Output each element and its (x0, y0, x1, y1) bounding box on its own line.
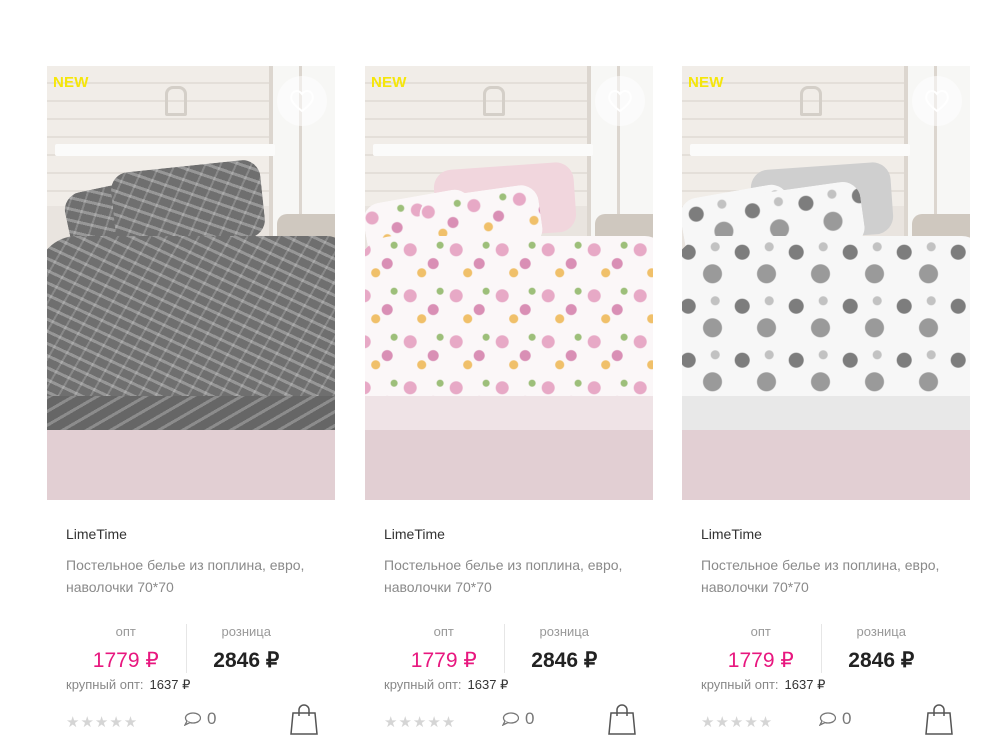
lamp-decor (800, 86, 822, 116)
favorite-button[interactable] (277, 76, 327, 126)
opt-price-label: опт (750, 624, 771, 639)
bulk-price-label: крупный опт: (701, 677, 779, 692)
comment-bubble-icon (819, 712, 836, 726)
bulk-price: 1637 ₽ (467, 677, 509, 692)
bulk-price-label: крупный опт: (66, 677, 144, 692)
product-photo[interactable]: NEW (365, 66, 653, 500)
brand-name[interactable]: LimeTime (66, 526, 335, 542)
bulk-price-row: крупный опт: 1637 ₽ (66, 677, 335, 693)
comment-bubble-icon (502, 712, 519, 726)
retail-price: 2846 ₽ (531, 649, 598, 672)
heart-icon (925, 90, 949, 113)
product-photo[interactable]: NEW (47, 66, 335, 500)
product-description[interactable]: Постельное белье из поплина, евро, навол… (66, 554, 316, 598)
product-description[interactable]: Постельное белье из поплина, евро, навол… (701, 554, 951, 598)
bulk-price-label: крупный опт: (384, 677, 462, 692)
price-block: опт 1779 ₽ розница 2846 ₽ (701, 624, 941, 673)
new-badge: NEW (53, 74, 89, 91)
shopping-bag-icon[interactable] (608, 703, 636, 735)
lamp-decor (165, 86, 187, 116)
opt-price: 1779 ₽ (727, 649, 794, 672)
brand-name[interactable]: LimeTime (384, 526, 653, 542)
opt-price: 1779 ₽ (410, 649, 477, 672)
new-badge: NEW (371, 74, 407, 91)
retail-price: 2846 ₽ (213, 649, 280, 672)
retail-price-label: розница (539, 624, 589, 639)
brand-name[interactable]: LimeTime (701, 526, 970, 542)
shopping-bag-icon[interactable] (925, 703, 953, 735)
new-badge: NEW (688, 74, 724, 91)
favorite-button[interactable] (912, 76, 962, 126)
bulk-price-row: крупный опт: 1637 ₽ (384, 677, 653, 693)
retail-price: 2846 ₽ (848, 649, 915, 672)
bulk-price-row: крупный опт: 1637 ₽ (701, 677, 970, 693)
rating-stars[interactable]: ★★★★★ (701, 713, 773, 731)
favorite-button[interactable] (595, 76, 645, 126)
comments-link[interactable]: 0 (819, 709, 851, 729)
comments-link[interactable]: 0 (502, 709, 534, 729)
heart-icon (290, 90, 314, 113)
rating-stars[interactable]: ★★★★★ (66, 713, 138, 731)
bulk-price: 1637 ₽ (784, 677, 826, 692)
product-card[interactable]: NEW LimeTime Постельное белье из поплина… (682, 66, 970, 743)
comment-bubble-icon (184, 712, 201, 726)
opt-price-label: опт (433, 624, 454, 639)
product-card[interactable]: NEW LimeTime Постельное белье из поплина… (47, 66, 335, 743)
product-photo[interactable]: NEW (682, 66, 970, 500)
bulk-price: 1637 ₽ (149, 677, 191, 692)
product-description[interactable]: Постельное белье из поплина, евро, навол… (384, 554, 634, 598)
lamp-decor (483, 86, 505, 116)
rating-stars[interactable]: ★★★★★ (384, 713, 456, 731)
product-card[interactable]: NEW LimeTime Постельное белье из поплина… (365, 66, 653, 743)
shopping-bag-icon[interactable] (290, 703, 318, 735)
retail-price-label: розница (221, 624, 271, 639)
comments-count: 0 (525, 709, 535, 728)
price-block: опт 1779 ₽ розница 2846 ₽ (66, 624, 306, 673)
comments-count: 0 (207, 709, 217, 728)
heart-icon (608, 90, 632, 113)
retail-price-label: розница (856, 624, 906, 639)
opt-price-label: опт (115, 624, 136, 639)
opt-price: 1779 ₽ (92, 649, 159, 672)
price-block: опт 1779 ₽ розница 2846 ₽ (384, 624, 624, 673)
comments-count: 0 (842, 709, 852, 728)
comments-link[interactable]: 0 (184, 709, 216, 729)
